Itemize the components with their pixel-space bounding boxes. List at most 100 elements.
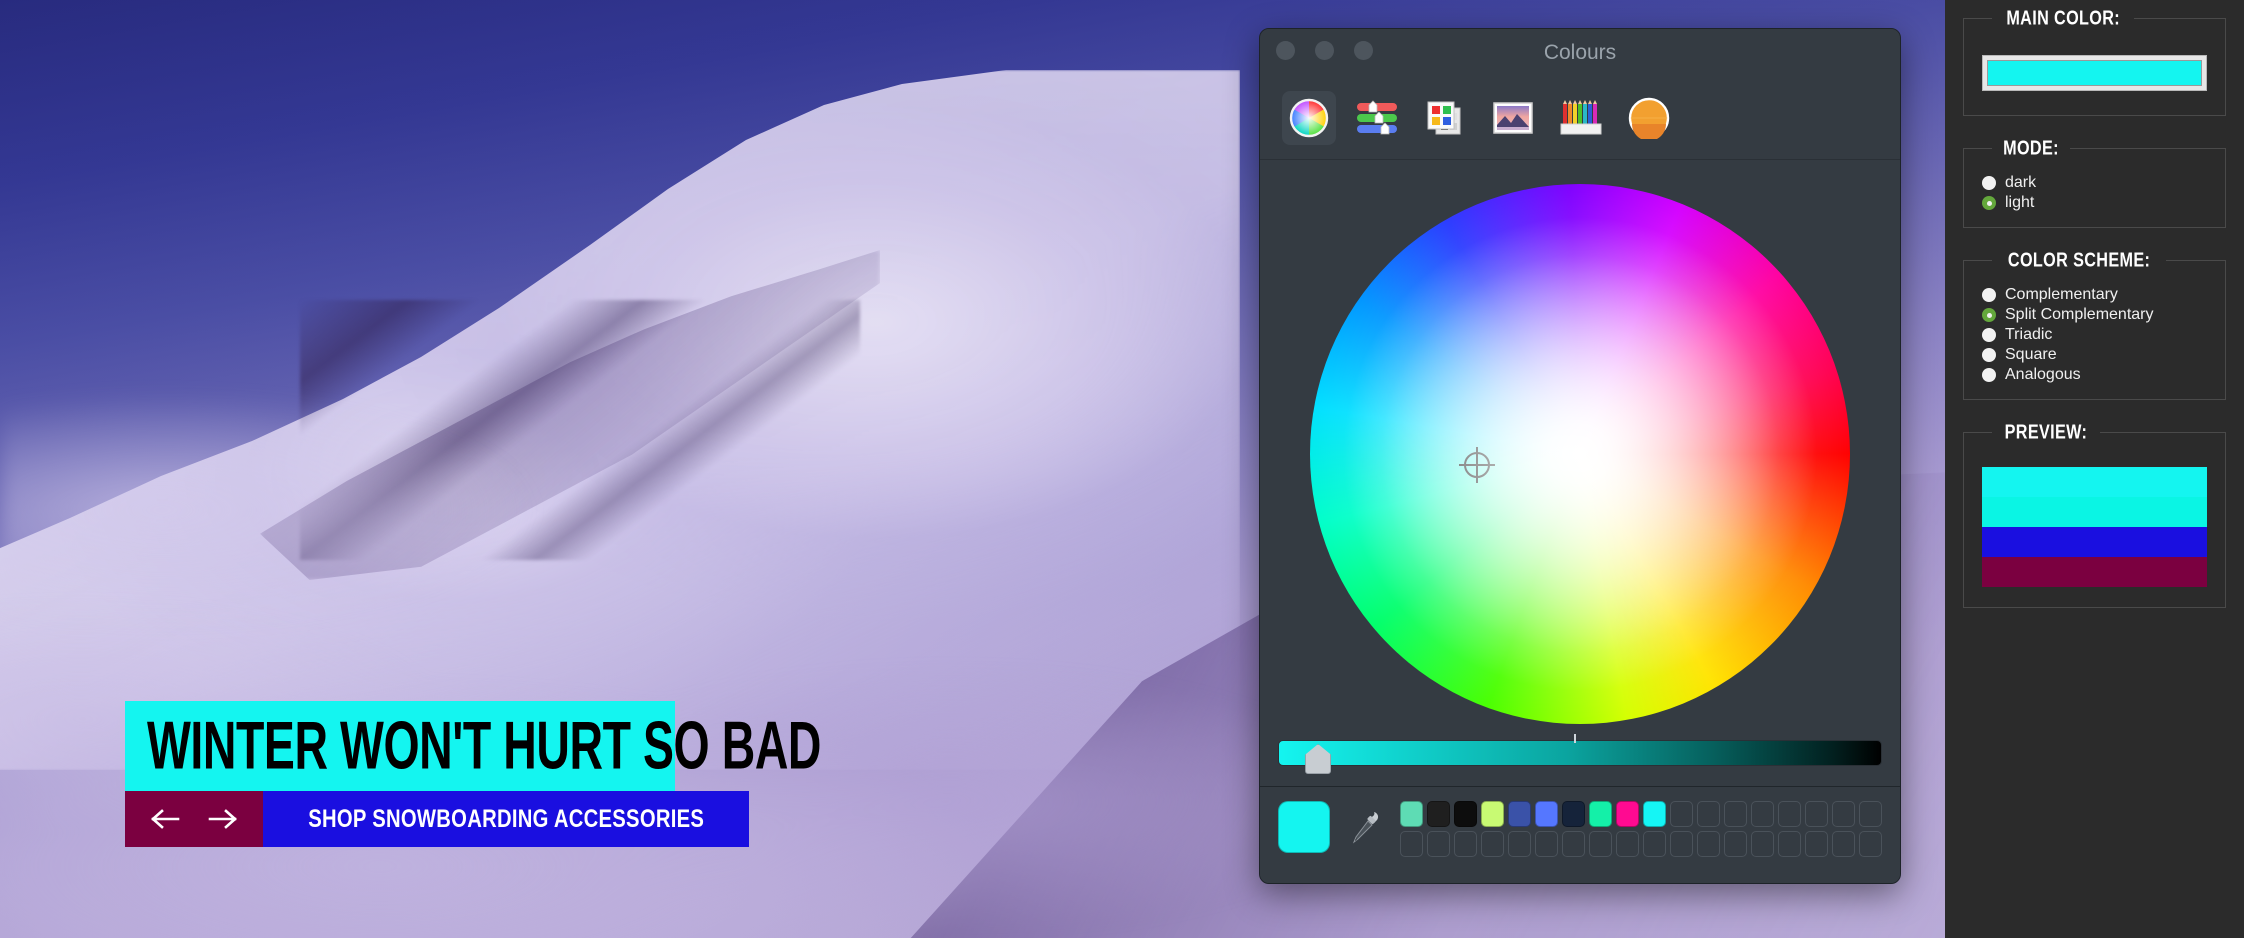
color-scheme-legend: COLOR SCHEME: (1992, 249, 2166, 271)
swatch-cell[interactable] (1697, 831, 1720, 857)
swatch-cell[interactable] (1427, 831, 1450, 857)
swatch-cell[interactable] (1535, 831, 1558, 857)
shop-button-label: SHOP SNOWBOARDING ACCESSORIES (308, 804, 705, 833)
brightness-slider-row (1278, 734, 1882, 786)
swatch-cell[interactable] (1481, 831, 1504, 857)
color-sliders-tab[interactable] (1350, 91, 1404, 145)
mode-legend-text: MODE: (2003, 136, 2059, 160)
color-wheel-icon (1289, 98, 1329, 138)
swatch-cell[interactable] (1832, 801, 1855, 827)
swatch-grid-wrap (1400, 801, 1882, 857)
radio-button[interactable] (1982, 196, 1996, 210)
swatch-cell[interactable] (1670, 831, 1693, 857)
image-palettes-icon (1493, 102, 1533, 134)
current-color-swatch[interactable] (1278, 801, 1330, 853)
preview-legend: PREVIEW: (1992, 420, 2100, 444)
swatch-cell[interactable] (1751, 831, 1774, 857)
swatch-area (1260, 786, 1900, 873)
swatch-cell[interactable] (1616, 831, 1639, 857)
controls-sidebar: MAIN COLOR: MODE: dark light COLOR SCHEME… (1945, 0, 2244, 938)
swatch-cell[interactable] (1859, 831, 1882, 857)
color-sliders-icon (1357, 100, 1397, 135)
swatch-cell[interactable] (1670, 801, 1693, 827)
color-wheel[interactable] (1310, 184, 1850, 724)
swatch-cell[interactable] (1400, 831, 1423, 857)
radio-option[interactable]: Complementary (1976, 285, 2213, 305)
radio-button[interactable] (1982, 328, 1996, 342)
pencils-tab[interactable] (1554, 91, 1608, 145)
color-palettes-tab[interactable] (1418, 91, 1472, 145)
radio-option[interactable]: Square (1976, 345, 2213, 365)
swatch-grid[interactable] (1400, 801, 1882, 857)
brightness-slider-track[interactable] (1278, 734, 1882, 774)
colours-picker-window[interactable]: Colours (1259, 28, 1901, 884)
color-palettes-icon (1427, 101, 1461, 135)
swatch-cell[interactable] (1535, 801, 1558, 827)
radio-option[interactable]: Triadic (1976, 325, 2213, 345)
swatch-cell[interactable] (1805, 831, 1828, 857)
radio-button[interactable] (1982, 348, 1996, 362)
picker-titlebar[interactable]: Colours (1260, 29, 1900, 91)
custom-color-tab[interactable] (1622, 91, 1676, 145)
hero-headline-text: WINTER WON'T HURT SO BAD (147, 708, 822, 784)
color-scheme-group: COLOR SCHEME: Complementary Split Complem… (1963, 249, 2226, 400)
mode-group: MODE: dark light (1963, 136, 2226, 228)
color-wheel-area[interactable] (1278, 174, 1882, 734)
eyedropper-button[interactable] (1344, 801, 1386, 853)
radio-button[interactable] (1982, 368, 1996, 382)
swatch-cell[interactable] (1508, 801, 1531, 827)
swatch-cell[interactable] (1643, 801, 1666, 827)
swatch-cell[interactable] (1724, 801, 1747, 827)
preview-band (1982, 527, 2207, 557)
swatch-cell[interactable] (1751, 801, 1774, 827)
brightness-slider-thumb[interactable] (1305, 744, 1332, 774)
swatch-cell[interactable] (1589, 831, 1612, 857)
radio-option[interactable]: light (1976, 193, 2213, 213)
radio-label: Analogous (2005, 366, 2081, 383)
swatch-cell[interactable] (1832, 831, 1855, 857)
color-wheel-crosshair[interactable] (1459, 446, 1496, 483)
preview-group: PREVIEW: (1963, 420, 2226, 608)
radio-label: dark (2005, 174, 2037, 191)
preview-legend-text: PREVIEW: (2004, 420, 2088, 444)
swatch-cell[interactable] (1508, 831, 1531, 857)
shop-snowboarding-accessories-button[interactable]: SHOP SNOWBOARDING ACCESSORIES (263, 791, 750, 847)
radio-option[interactable]: Analogous (1976, 365, 2213, 385)
mode-options: dark light (1976, 173, 2213, 213)
radio-label: light (2005, 194, 2035, 211)
swatch-cell[interactable] (1697, 801, 1720, 827)
swatch-cell[interactable] (1427, 801, 1450, 827)
prev-arrow-button[interactable] (149, 804, 183, 834)
radio-option[interactable]: Split Complementary (1976, 305, 2213, 325)
swatch-cell[interactable] (1454, 801, 1477, 827)
main-color-value[interactable] (1987, 60, 2202, 86)
radio-option[interactable]: dark (1976, 173, 2213, 193)
swatch-cell[interactable] (1589, 801, 1612, 827)
swatch-cell[interactable] (1562, 831, 1585, 857)
color-wheel-tab[interactable] (1282, 91, 1336, 145)
swatch-cell[interactable] (1778, 801, 1801, 827)
swatch-cell[interactable] (1562, 801, 1585, 827)
swatch-cell[interactable] (1616, 801, 1639, 827)
swatch-cell[interactable] (1778, 831, 1801, 857)
radio-button[interactable] (1982, 288, 1996, 302)
swatch-cell[interactable] (1400, 801, 1423, 827)
radio-button[interactable] (1982, 176, 1996, 190)
swatch-cell[interactable] (1859, 801, 1882, 827)
swatch-cell[interactable] (1481, 801, 1504, 827)
color-scheme-options: Complementary Split Complementary Triadic S… (1976, 285, 2213, 385)
hero-cta-row: SHOP SNOWBOARDING ACCESSORIES (125, 791, 750, 847)
image-palettes-tab[interactable] (1486, 91, 1540, 145)
next-arrow-button[interactable] (205, 804, 239, 834)
hero-headline: WINTER WON'T HURT SO BAD (125, 701, 821, 791)
swatch-cell[interactable] (1724, 831, 1747, 857)
swatch-cell[interactable] (1454, 831, 1477, 857)
swatch-cell[interactable] (1805, 801, 1828, 827)
orange-circle-icon (1628, 97, 1670, 139)
radio-button[interactable] (1982, 308, 1996, 322)
radio-label: Split Complementary (2005, 306, 2154, 323)
brightness-center-tick (1573, 734, 1576, 743)
swatch-cell[interactable] (1643, 831, 1666, 857)
screen: WINTER WON'T HURT SO BAD SHOP SNOWBOARDI… (0, 0, 2244, 938)
main-color-well[interactable] (1982, 55, 2207, 91)
